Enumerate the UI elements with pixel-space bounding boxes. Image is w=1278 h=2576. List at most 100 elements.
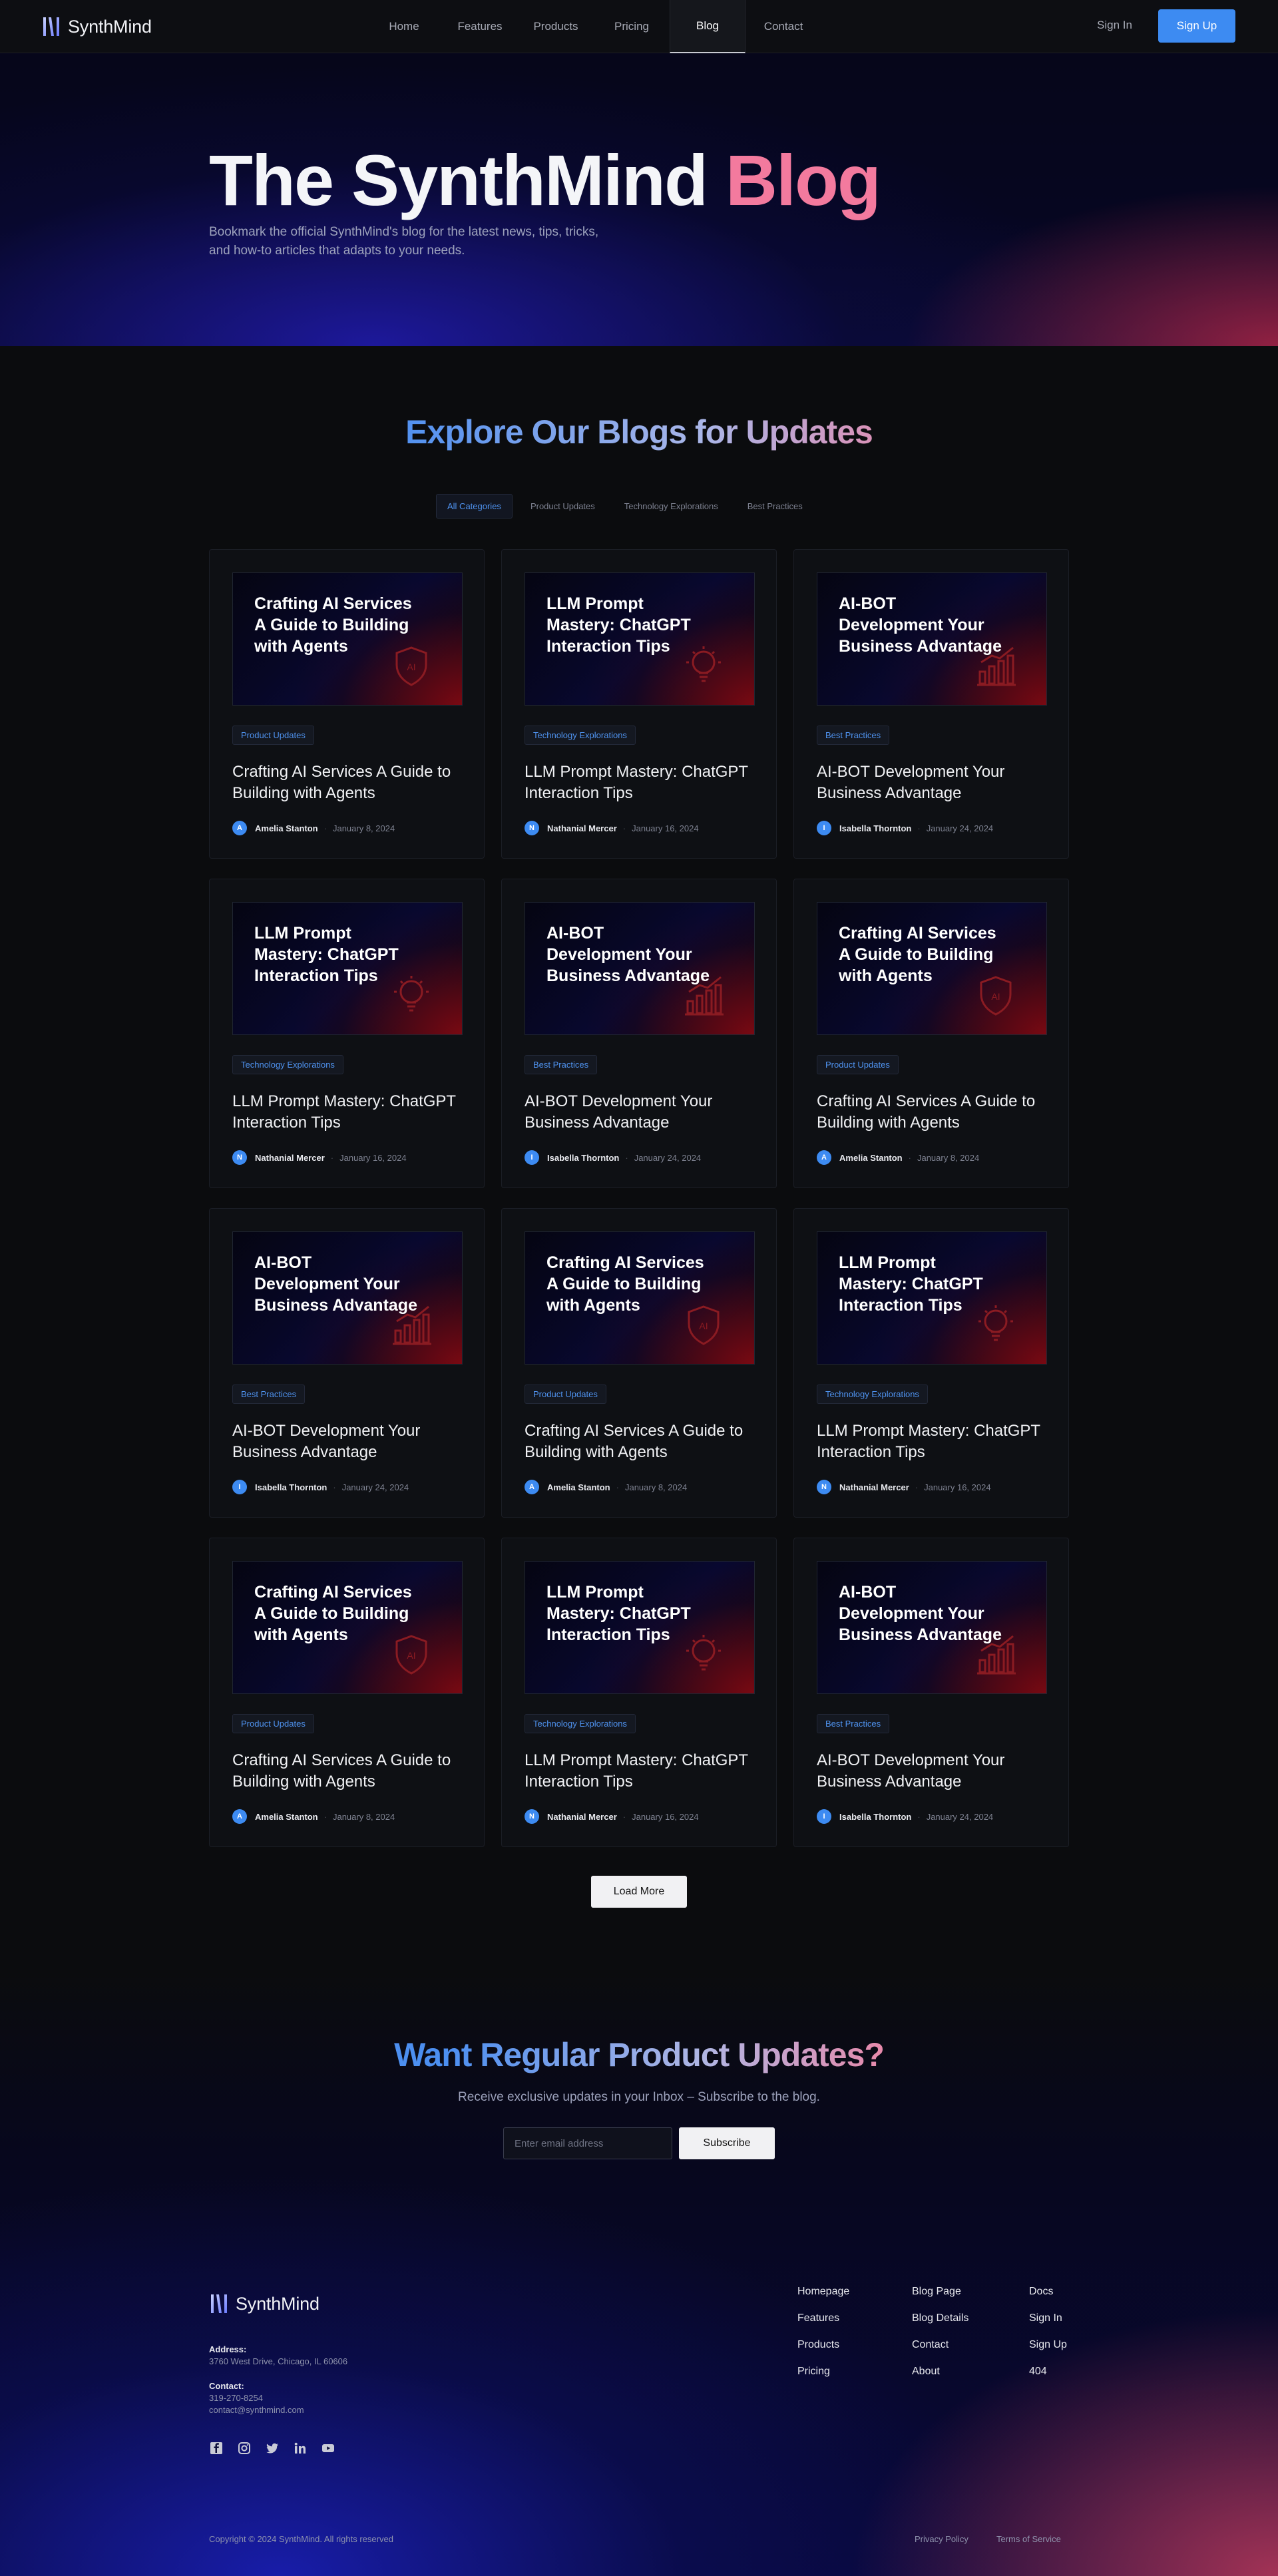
blog-card-meta: N Nathanial Mercer · January 16, 2024 xyxy=(232,1150,407,1165)
blog-card-title[interactable]: LLM Prompt Mastery: ChatGPT Interaction … xyxy=(525,1750,755,1793)
category-tag[interactable]: Technology Explorations xyxy=(817,1385,928,1404)
blog-card-title[interactable]: LLM Prompt Mastery: ChatGPT Interaction … xyxy=(525,761,755,804)
blog-card-thumbnail[interactable]: LLM Prompt Mastery: ChatGPT Interaction … xyxy=(817,1231,1047,1365)
blog-card-title[interactable]: LLM Prompt Mastery: ChatGPT Interaction … xyxy=(232,1091,463,1134)
category-tag[interactable]: Best Practices xyxy=(232,1385,306,1404)
sign-up-button[interactable]: Sign Up xyxy=(1158,9,1235,43)
author-name: Nathanial Mercer xyxy=(255,1152,325,1163)
footer-link-homepage[interactable]: Homepage xyxy=(797,2286,849,2298)
nav-link-features[interactable]: Features xyxy=(442,0,518,53)
footer-link-blog-page[interactable]: Blog Page xyxy=(912,2286,968,2298)
linkedin-icon[interactable] xyxy=(293,2441,308,2456)
blog-card-thumbnail[interactable]: Crafting AI Services A Guide to Building… xyxy=(525,1231,755,1365)
blog-card-title[interactable]: Crafting AI Services A Guide to Building… xyxy=(232,1750,463,1793)
load-more-button[interactable]: Load More xyxy=(591,1876,687,1908)
blog-card[interactable]: Crafting AI Services A Guide to Building… xyxy=(209,549,485,859)
filter-all-categories[interactable]: All Categories xyxy=(436,494,513,519)
email-input[interactable]: Enter email address xyxy=(503,2127,672,2159)
subscribe-button[interactable]: Subscribe xyxy=(679,2127,775,2159)
filter-product-updates[interactable]: Product Updates xyxy=(519,494,606,519)
blog-card[interactable]: Crafting AI Services A Guide to Building… xyxy=(501,1208,777,1518)
filter-technology-explorations[interactable]: Technology Explorations xyxy=(613,494,730,519)
nav-links: Home Features Products Pricing Blog Contact xyxy=(366,0,821,53)
blog-card-title[interactable]: AI-BOT Development Your Business Advanta… xyxy=(817,1750,1047,1793)
nav-link-pricing[interactable]: Pricing xyxy=(594,0,670,53)
twitter-icon[interactable] xyxy=(265,2441,280,2456)
blog-card[interactable]: Crafting AI Services A Guide to Building… xyxy=(793,879,1069,1188)
footer-link-sign-up[interactable]: Sign Up xyxy=(1029,2339,1067,2351)
privacy-policy-link[interactable]: Privacy Policy xyxy=(915,2534,968,2544)
blog-card-thumbnail[interactable]: Crafting AI Services A Guide to Building… xyxy=(817,902,1047,1035)
nav-link-products[interactable]: Products xyxy=(518,0,594,53)
blog-card-meta: I Isabella Thornton · January 24, 2024 xyxy=(817,821,993,835)
category-tag[interactable]: Product Updates xyxy=(232,1714,314,1733)
youtube-icon[interactable] xyxy=(321,2441,335,2456)
category-tag[interactable]: Best Practices xyxy=(817,726,890,745)
post-date: January 8, 2024 xyxy=(624,1482,688,1492)
category-tag[interactable]: Technology Explorations xyxy=(232,1055,343,1074)
blog-card-thumbnail[interactable]: LLM Prompt Mastery: ChatGPT Interaction … xyxy=(232,902,463,1035)
footer-link-blog-details[interactable]: Blog Details xyxy=(912,2312,968,2324)
blog-card[interactable]: AI-BOT Development Your Business Advanta… xyxy=(793,1538,1069,1847)
category-tag[interactable]: Technology Explorations xyxy=(525,726,636,745)
footer-link-contact[interactable]: Contact xyxy=(912,2339,968,2351)
blog-card[interactable]: AI-BOT Development Your Business Advanta… xyxy=(793,549,1069,859)
nav-link-contact[interactable]: Contact xyxy=(746,0,821,53)
author-avatar: N xyxy=(817,1480,831,1494)
blog-card-title[interactable]: Crafting AI Services A Guide to Building… xyxy=(817,1091,1047,1134)
post-date: January 16, 2024 xyxy=(632,1811,699,1822)
footer-link-features[interactable]: Features xyxy=(797,2312,849,2324)
blog-card-title[interactable]: AI-BOT Development Your Business Advanta… xyxy=(525,1091,755,1134)
blog-card[interactable]: AI-BOT Development Your Business Advanta… xyxy=(501,879,777,1188)
author-name: Isabella Thornton xyxy=(255,1482,327,1492)
category-tag[interactable]: Best Practices xyxy=(817,1714,890,1733)
blog-card[interactable]: AI-BOT Development Your Business Advanta… xyxy=(209,1208,485,1518)
instagram-icon[interactable] xyxy=(237,2441,252,2456)
blog-card-thumbnail[interactable]: LLM Prompt Mastery: ChatGPT Interaction … xyxy=(525,572,755,706)
blog-card-thumbnail[interactable]: Crafting AI Services A Guide to Building… xyxy=(232,572,463,706)
brand-logo[interactable]: SynthMind xyxy=(41,15,152,39)
blog-card-thumbnail[interactable]: AI-BOT Development Your Business Advanta… xyxy=(525,902,755,1035)
author-name: Amelia Stanton xyxy=(547,1482,610,1492)
newsletter-title: Want Regular Product Updates? xyxy=(0,2036,1278,2074)
category-tag[interactable]: Technology Explorations xyxy=(525,1714,636,1733)
footer-link-about[interactable]: About xyxy=(912,2366,968,2378)
svg-text:AI: AI xyxy=(991,991,1000,1002)
email-value[interactable]: contact@synthmind.com xyxy=(209,2405,304,2415)
filter-best-practices[interactable]: Best Practices xyxy=(736,494,814,519)
blog-card-title[interactable]: Crafting AI Services A Guide to Building… xyxy=(525,1420,755,1463)
blog-card[interactable]: LLM Prompt Mastery: ChatGPT Interaction … xyxy=(501,549,777,859)
footer-link-404[interactable]: 404 xyxy=(1029,2366,1067,2378)
blog-card-title[interactable]: AI-BOT Development Your Business Advanta… xyxy=(817,761,1047,804)
blog-card-thumbnail[interactable]: Crafting AI Services A Guide to Building… xyxy=(232,1561,463,1694)
blog-card-thumbnail[interactable]: AI-BOT Development Your Business Advanta… xyxy=(817,1561,1047,1694)
blog-card-thumbnail[interactable]: LLM Prompt Mastery: ChatGPT Interaction … xyxy=(525,1561,755,1694)
blog-card[interactable]: LLM Prompt Mastery: ChatGPT Interaction … xyxy=(501,1538,777,1847)
footer-link-docs[interactable]: Docs xyxy=(1029,2286,1067,2298)
blog-card-thumbnail[interactable]: AI-BOT Development Your Business Advanta… xyxy=(817,572,1047,706)
blog-card-title[interactable]: AI-BOT Development Your Business Advanta… xyxy=(232,1420,463,1463)
blog-card-title[interactable]: Crafting AI Services A Guide to Building… xyxy=(232,761,463,804)
blog-card-thumbnail[interactable]: AI-BOT Development Your Business Advanta… xyxy=(232,1231,463,1365)
footer-link-sign-in[interactable]: Sign In xyxy=(1029,2312,1067,2324)
svg-text:AI: AI xyxy=(699,1321,708,1331)
blog-card-meta: N Nathanial Mercer · January 16, 2024 xyxy=(525,1809,699,1824)
footer-link-pricing[interactable]: Pricing xyxy=(797,2366,849,2378)
nav-link-home[interactable]: Home xyxy=(366,0,442,53)
footer-logo[interactable]: SynthMind xyxy=(209,2292,320,2316)
sign-in-link[interactable]: Sign In xyxy=(1097,19,1132,32)
blog-card[interactable]: LLM Prompt Mastery: ChatGPT Interaction … xyxy=(209,879,485,1188)
category-tag[interactable]: Best Practices xyxy=(525,1055,598,1074)
category-tag[interactable]: Product Updates xyxy=(525,1385,606,1404)
facebook-icon[interactable] xyxy=(209,2441,224,2456)
nav-link-blog[interactable]: Blog xyxy=(670,0,746,53)
footer-link-products[interactable]: Products xyxy=(797,2339,849,2351)
blog-card[interactable]: Crafting AI Services A Guide to Building… xyxy=(209,1538,485,1847)
blog-card-meta: A Amelia Stanton · January 8, 2024 xyxy=(525,1480,687,1494)
meta-separator: · xyxy=(625,1152,628,1163)
blog-card[interactable]: LLM Prompt Mastery: ChatGPT Interaction … xyxy=(793,1208,1069,1518)
category-tag[interactable]: Product Updates xyxy=(817,1055,899,1074)
terms-of-service-link[interactable]: Terms of Service xyxy=(996,2534,1061,2544)
category-tag[interactable]: Product Updates xyxy=(232,726,314,745)
blog-card-title[interactable]: LLM Prompt Mastery: ChatGPT Interaction … xyxy=(817,1420,1047,1463)
